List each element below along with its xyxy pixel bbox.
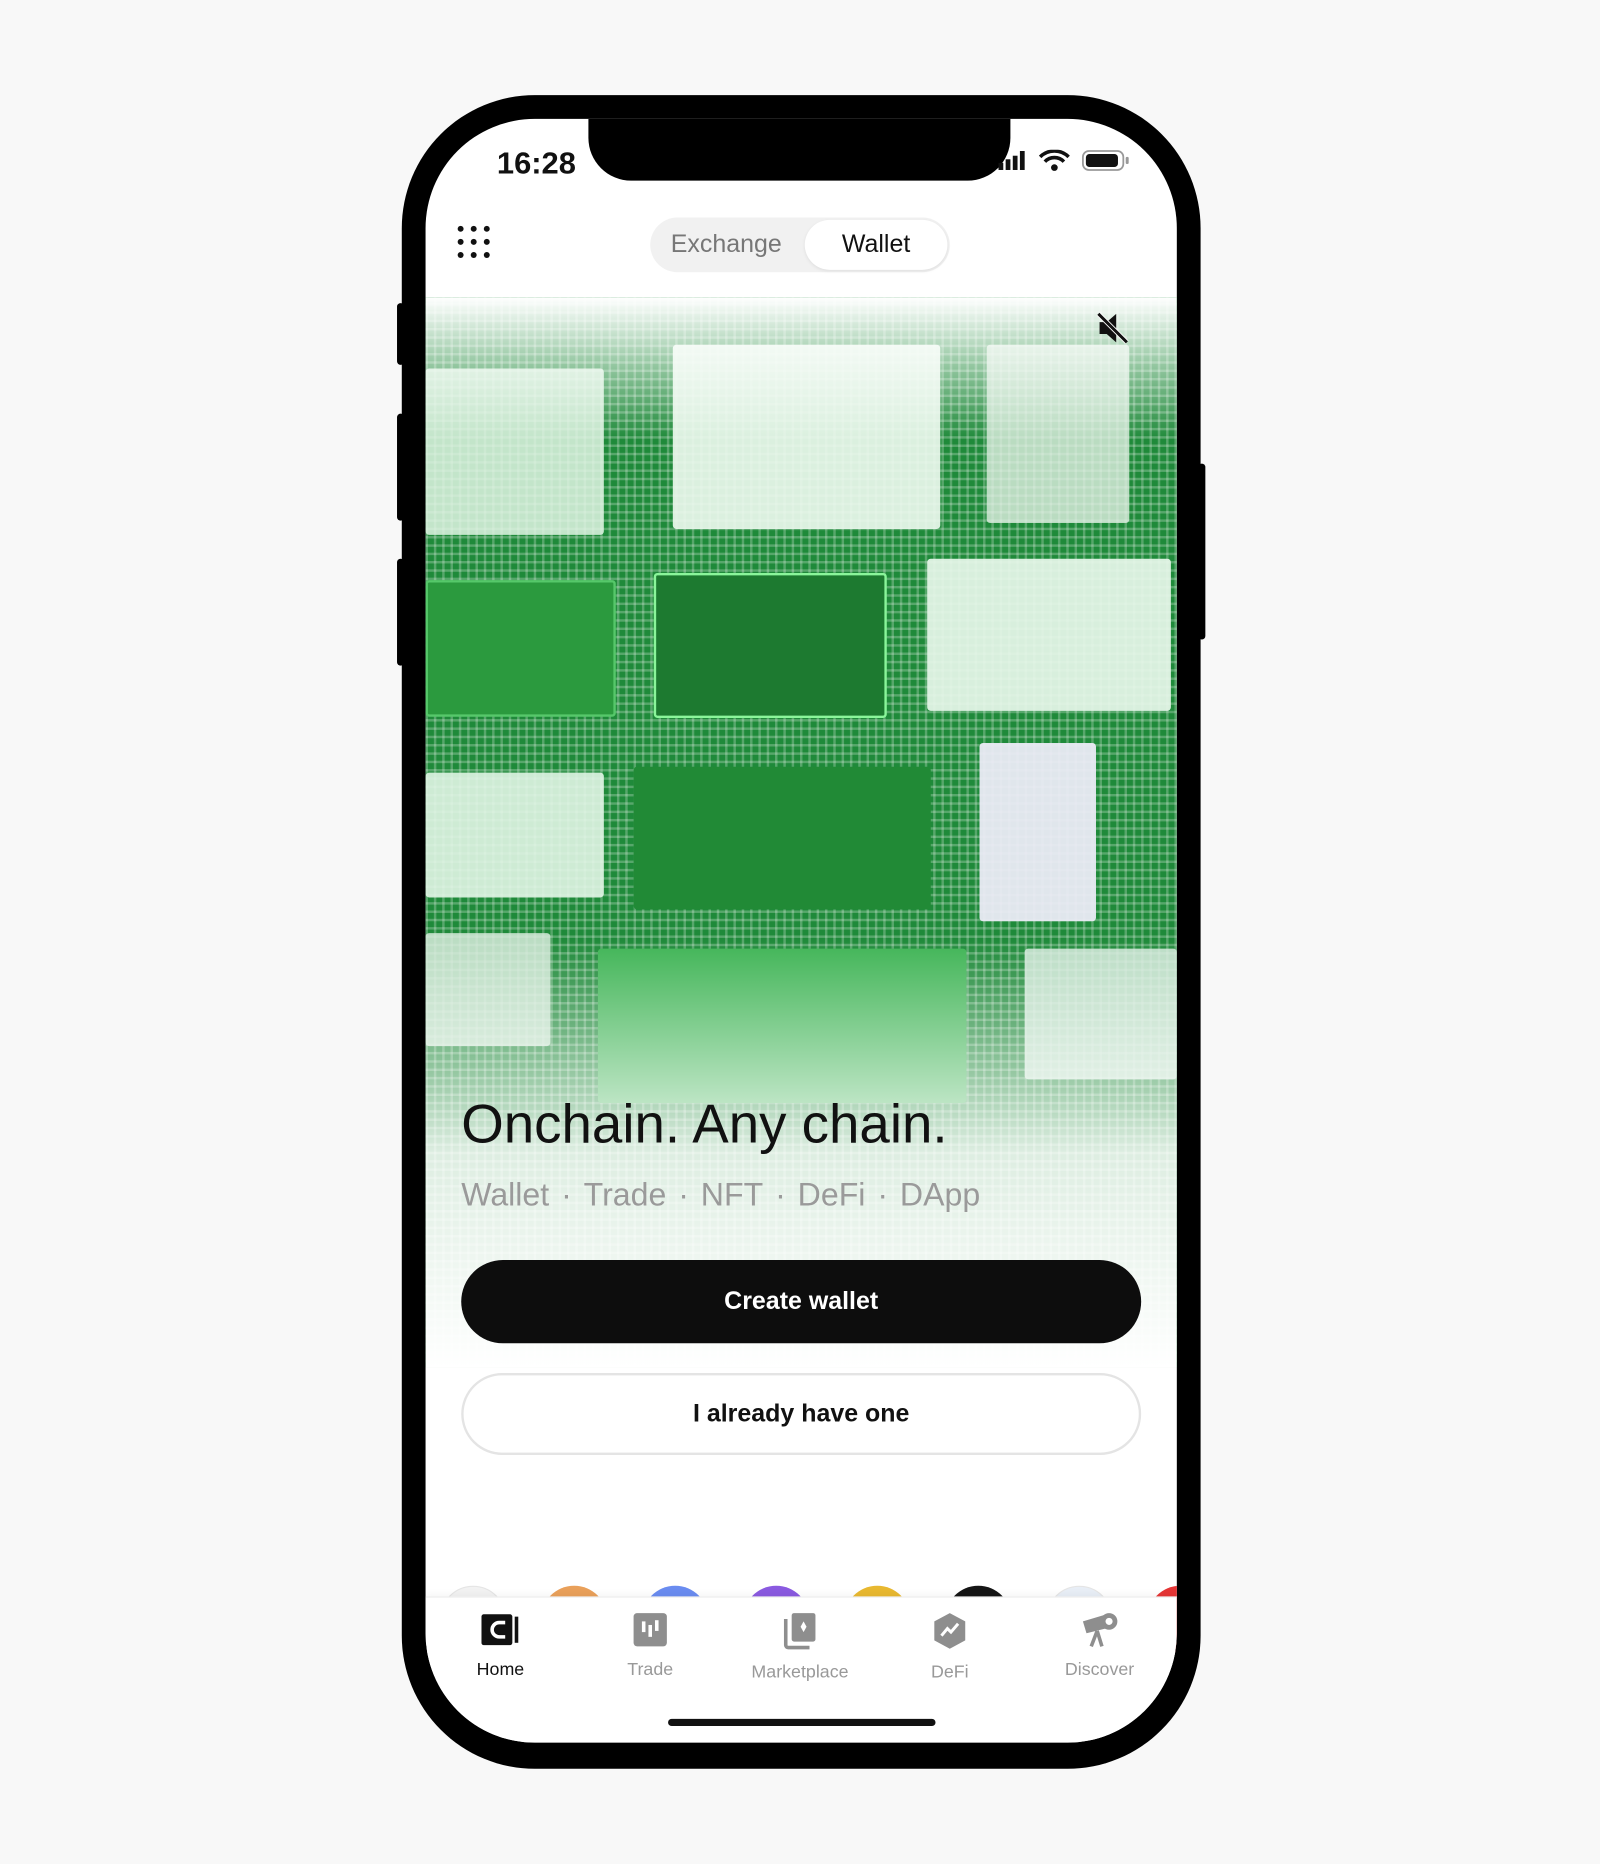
mode-switch: Exchange Wallet <box>650 217 950 273</box>
nav-home[interactable]: Home <box>426 1612 576 1680</box>
feature-trade: Trade <box>583 1176 667 1213</box>
status-time: 16:28 <box>496 145 576 181</box>
apps-grid-icon[interactable] <box>457 225 491 259</box>
import-wallet-button[interactable]: I already have one <box>461 1372 1142 1455</box>
notch <box>588 118 1011 181</box>
nav-label: DeFi <box>930 1661 969 1683</box>
feature-dapp: DApp <box>899 1176 981 1213</box>
nav-label: Trade <box>627 1659 674 1680</box>
hero-headline: Onchain. Any chain. <box>461 1092 948 1155</box>
wifi-icon <box>1038 149 1070 171</box>
feature-nft: NFT <box>700 1176 764 1213</box>
nav-label: Discover <box>1064 1659 1135 1680</box>
separator: · <box>775 1176 786 1213</box>
stage: 16:28 Exchange Wallet Onchain. Any chain… <box>0 0 1600 1864</box>
signal-icon <box>998 150 1025 170</box>
status-icons <box>998 149 1130 171</box>
phone-screen: 16:28 Exchange Wallet Onchain. Any chain… <box>425 118 1177 1743</box>
tab-exchange[interactable]: Exchange <box>650 218 802 273</box>
create-wallet-button[interactable]: Create wallet <box>461 1260 1142 1344</box>
nav-label: Marketplace <box>751 1661 849 1683</box>
wallet-icon <box>481 1614 519 1646</box>
nav-marketplace[interactable]: Marketplace <box>725 1612 875 1682</box>
separator: · <box>561 1176 572 1213</box>
home-indicator[interactable] <box>668 1718 936 1727</box>
nav-trade[interactable]: Trade <box>575 1612 725 1680</box>
hero-fade-top <box>425 297 1177 440</box>
chart-icon <box>633 1613 667 1647</box>
speaker-muted-icon[interactable] <box>1096 311 1129 345</box>
separator: · <box>877 1176 889 1213</box>
battery-icon <box>1082 150 1129 171</box>
nav-discover[interactable]: Discover <box>1025 1612 1175 1680</box>
hero-features: Wallet · Trade · NFT · DeFi · DApp <box>461 1177 980 1214</box>
nav-defi[interactable]: DeFi <box>875 1612 1025 1682</box>
nft-cards-icon <box>783 1613 816 1650</box>
feature-defi: DeFi <box>797 1176 866 1213</box>
feature-wallet: Wallet <box>461 1176 550 1213</box>
defi-hexagon-icon <box>934 1613 966 1649</box>
nav-label: Home <box>476 1659 525 1680</box>
tab-wallet[interactable]: Wallet <box>804 219 948 270</box>
separator: · <box>678 1176 689 1213</box>
telescope-icon <box>1082 1613 1118 1648</box>
